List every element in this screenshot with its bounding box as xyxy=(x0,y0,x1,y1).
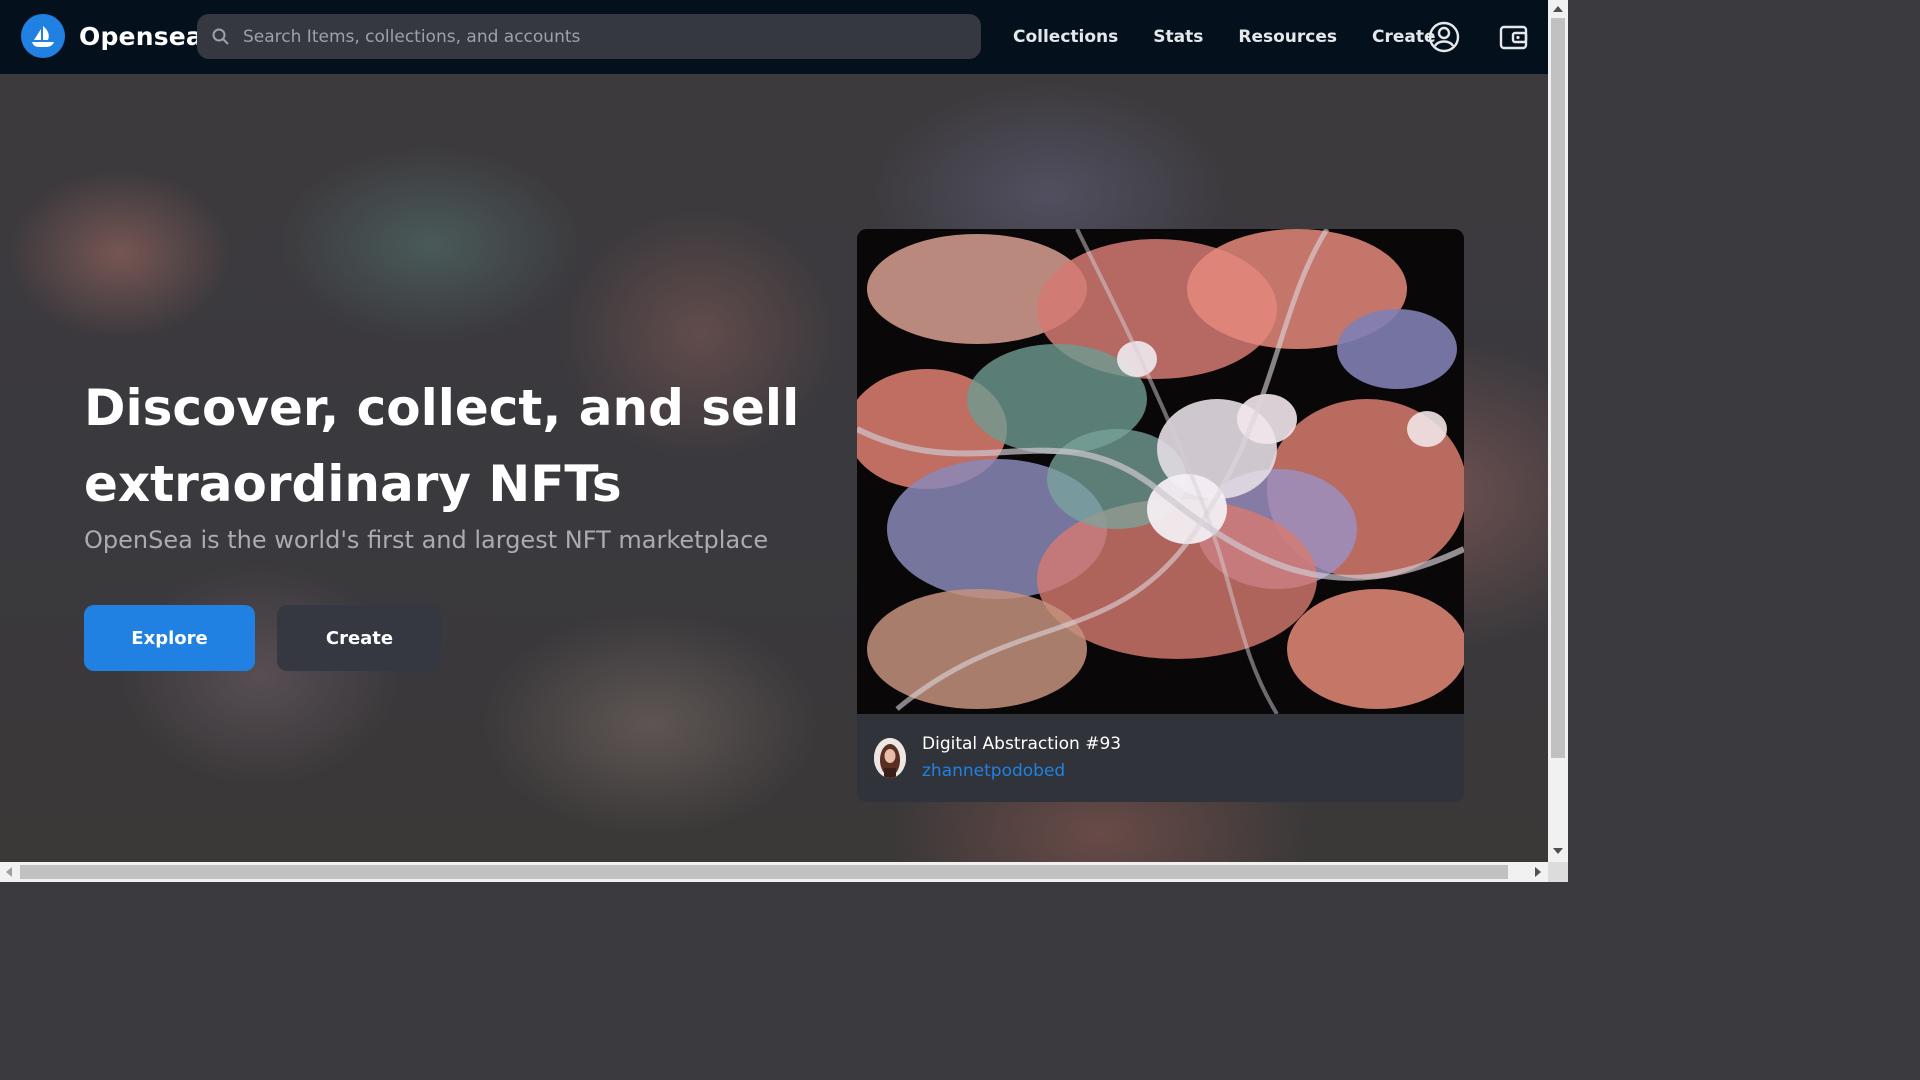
vertical-scrollbar[interactable] xyxy=(1548,0,1568,862)
horizontal-scrollbar[interactable] xyxy=(0,862,1548,882)
nav-resources[interactable]: Resources xyxy=(1238,27,1337,47)
opensea-logo-icon xyxy=(21,14,65,58)
hero-headline: Discover, collect, and sell extraordinar… xyxy=(84,379,800,513)
search-bar[interactable] xyxy=(197,14,981,59)
brand-link[interactable]: Opensea xyxy=(21,14,203,58)
account-icon[interactable] xyxy=(1427,20,1461,54)
create-button[interactable]: Create xyxy=(277,605,442,671)
card-footer: Digital Abstraction #93 zhannetpodobed xyxy=(857,714,1464,802)
featured-nft-image[interactable] xyxy=(857,229,1464,714)
nav-stats[interactable]: Stats xyxy=(1153,27,1203,47)
scroll-down-arrow-icon[interactable] xyxy=(1553,848,1563,854)
nav-collections[interactable]: Collections xyxy=(1013,27,1118,47)
search-icon xyxy=(212,28,229,45)
scroll-left-arrow-icon[interactable] xyxy=(6,867,12,877)
brand-name: Opensea xyxy=(79,21,204,51)
hero-section: Discover, collect, and sell extraordinar… xyxy=(0,74,1548,862)
explore-button[interactable]: Explore xyxy=(84,605,255,671)
nav-links: Collections Stats Resources Create xyxy=(1013,0,1471,74)
vertical-scroll-thumb[interactable] xyxy=(1551,18,1565,758)
horizontal-scroll-thumb[interactable] xyxy=(20,865,1508,879)
creator-avatar[interactable] xyxy=(874,738,906,778)
search-input[interactable] xyxy=(241,25,945,48)
nft-author-link[interactable]: zhannetpodobed xyxy=(922,761,1065,781)
wallet-icon[interactable] xyxy=(1497,20,1531,54)
scrollbar-corner xyxy=(1548,862,1568,882)
hero-subline: OpenSea is the world's first and largest… xyxy=(84,526,769,554)
nft-title: Digital Abstraction #93 xyxy=(922,734,1122,754)
featured-nft-card[interactable]: Digital Abstraction #93 zhannetpodobed xyxy=(857,229,1464,802)
top-navbar: Opensea Collections Stats Resources Crea… xyxy=(0,0,1548,74)
scroll-right-arrow-icon[interactable] xyxy=(1535,867,1541,877)
scroll-up-arrow-icon[interactable] xyxy=(1553,6,1563,12)
